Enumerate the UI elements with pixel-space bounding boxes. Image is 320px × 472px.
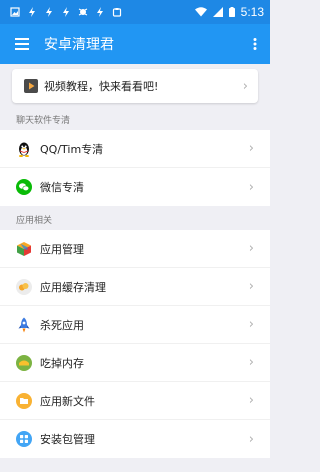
wifi-icon [194, 7, 207, 17]
signal-icon [212, 7, 223, 17]
status-time: 5:13 [240, 5, 264, 19]
chevron-right-icon: › [248, 355, 254, 370]
status-system: 5:13 [194, 5, 264, 19]
folder-icon [16, 392, 32, 409]
chat-cleaning-list: QQ/Tim专清 › 微信专清 › [0, 130, 270, 206]
video-tutorial-card[interactable]: 视频教程，快来看看吧! › [12, 69, 258, 103]
app-title: 安卓清理君 [44, 37, 114, 53]
list-item-kill-app[interactable]: 杀死应用 › [0, 306, 270, 344]
app-related-list: 应用管理 › 应用缓存清理 › 杀死应用 › 吃掉内存 › 应用新文件 › 安装… [0, 230, 270, 458]
list-item-label: 吃掉内存 [40, 356, 84, 370]
qq-penguin-icon [16, 141, 32, 157]
list-item-label: 应用新文件 [40, 394, 95, 408]
status-bar: 5:13 [0, 0, 270, 24]
list-item-label: 应用缓存清理 [40, 280, 106, 294]
list-item-wechat[interactable]: 微信专清 › [0, 168, 270, 206]
more-vertical-icon [253, 38, 257, 50]
list-item-label: 微信专清 [40, 181, 84, 194]
section-header-chat: 聊天软件专清 [16, 115, 71, 126]
list-item-app-new-files[interactable]: 应用新文件 › [0, 382, 270, 420]
section-header-apps: 应用相关 [16, 215, 53, 226]
hamburger-menu-icon [15, 38, 29, 50]
rocket-icon [16, 317, 32, 333]
wechat-icon [16, 179, 32, 195]
list-item-package-manager[interactable]: 安装包管理 › [0, 420, 270, 458]
list-item-label: 安装包管理 [40, 433, 95, 446]
list-item-label: 杀死应用 [40, 318, 84, 332]
app-bar: 安卓清理君 [0, 24, 270, 64]
battery-icon [228, 7, 235, 17]
list-item-label: 应用管理 [40, 242, 84, 256]
chevron-right-icon: › [248, 141, 254, 156]
flash-icon [46, 7, 52, 17]
status-notifications [10, 7, 122, 17]
clipboard-icon [112, 8, 122, 17]
menu-button[interactable] [0, 24, 44, 64]
notification-image-icon [10, 7, 20, 17]
chevron-right-icon: › [248, 179, 254, 195]
flash-icon [97, 7, 103, 17]
chevron-right-icon: › [242, 78, 248, 94]
chevron-right-icon: › [248, 279, 254, 294]
list-item-label: QQ/Tim专清 [40, 142, 104, 156]
list-item-eat-memory[interactable]: 吃掉内存 › [0, 344, 270, 382]
cube-icon [16, 241, 32, 257]
memory-icon [16, 354, 32, 371]
chevron-right-icon: › [248, 317, 254, 332]
flash-icon [29, 7, 35, 17]
list-item-app-cache[interactable]: 应用缓存清理 › [0, 268, 270, 306]
package-icon [16, 431, 32, 447]
cache-icon [16, 278, 32, 295]
flash-icon [63, 7, 69, 17]
list-item-qq-tim[interactable]: QQ/Tim专清 › [0, 130, 270, 168]
video-icon [24, 79, 38, 93]
list-item-app-manager[interactable]: 应用管理 › [0, 230, 270, 268]
video-tutorial-label: 视频教程，快来看看吧! [44, 80, 159, 93]
chevron-right-icon: › [248, 431, 254, 447]
chevron-right-icon: › [248, 393, 254, 408]
chevron-right-icon: › [248, 241, 254, 256]
more-options-button[interactable] [240, 24, 270, 64]
debug-icon [78, 8, 88, 16]
